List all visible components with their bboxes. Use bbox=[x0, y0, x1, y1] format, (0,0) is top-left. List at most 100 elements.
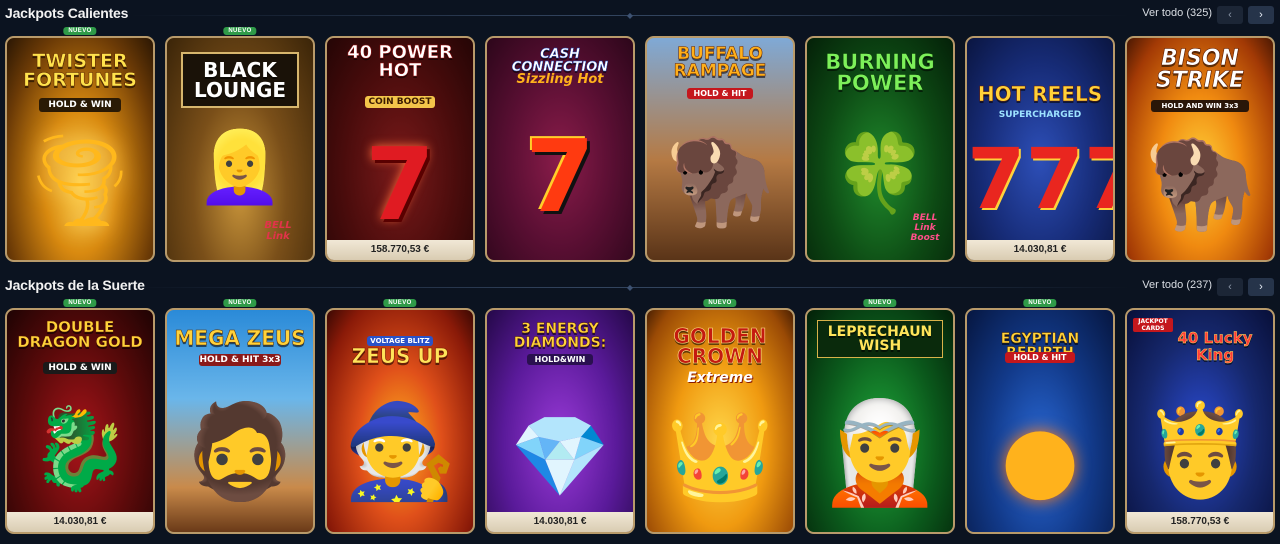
section-header: Jackpots Calientes ◆ Ver todo (325) ‹ › bbox=[0, 0, 1280, 30]
badge-slot: NUEVO bbox=[165, 27, 315, 42]
game-carousel: TWISTER FORTUNES HOLD & WIN 🌪 BLACK LOUN… bbox=[0, 36, 1280, 262]
seven-symbol-icon: 7 bbox=[525, 118, 595, 235]
game-subtitle: SUPERCHARGED bbox=[998, 110, 1082, 120]
new-badge: NUEVO bbox=[63, 299, 97, 307]
game-card[interactable]: BUFFALO RAMPAGE HOLD & HIT 🦬 bbox=[645, 36, 795, 262]
game-subtitle: HOLD & HIT 3x3 bbox=[199, 354, 281, 366]
game-card[interactable]: 40 POWER HOT COIN BOOST 7 158.770,53 € bbox=[325, 36, 475, 262]
badge-slot: NUEVO bbox=[165, 299, 315, 314]
game-subtitle: Extreme bbox=[687, 370, 753, 386]
game-title: BUFFALO RAMPAGE bbox=[673, 44, 767, 81]
badge-slot: NUEVO bbox=[645, 299, 795, 314]
game-subtitle: BELL Link bbox=[264, 220, 292, 242]
new-badge: NUEVO bbox=[223, 27, 257, 35]
game-card[interactable]: DOUBLE DRAGON GOLD HOLD & WIN 🐉 14.030,8… bbox=[5, 308, 155, 534]
dragon-icon: 🐉 bbox=[30, 402, 130, 495]
zeus-icon: 🧔 bbox=[182, 398, 298, 505]
carousel-next-button[interactable]: › bbox=[1248, 6, 1274, 24]
new-badge: NUEVO bbox=[223, 299, 257, 307]
game-card[interactable]: 3 ENERGY DIAMONDS: HOLD&WIN 💎 14.030,81 … bbox=[485, 308, 635, 534]
game-title: 3 ENERGY DIAMONDS: bbox=[513, 321, 607, 351]
game-subtitle: HOLD & HIT bbox=[687, 88, 753, 99]
chevron-right-icon: › bbox=[1259, 281, 1263, 293]
game-card[interactable]: TWISTER FORTUNES HOLD & WIN 🌪 bbox=[5, 36, 155, 262]
new-badge: NUEVO bbox=[63, 27, 97, 35]
badge-slot: NUEVO bbox=[325, 299, 475, 314]
chevron-left-icon: ‹ bbox=[1228, 9, 1232, 21]
badge-slot: NUEVO bbox=[965, 299, 1115, 314]
carousel-prev-button[interactable]: ‹ bbox=[1217, 278, 1243, 296]
header-divider: ◆ bbox=[130, 11, 1130, 20]
jackpot-amount: 14.030,81 € bbox=[7, 512, 153, 532]
new-badge: NUEVO bbox=[863, 299, 897, 307]
badge-slot: NUEVO bbox=[5, 27, 155, 42]
game-title: BISON STRIKE bbox=[1155, 46, 1245, 93]
section-title: Jackpots Calientes bbox=[5, 5, 129, 21]
buffalo-icon: 🦬 bbox=[665, 128, 775, 231]
game-card[interactable]: MEGA ZEUS HOLD & HIT 3x3 🧔 bbox=[165, 308, 315, 534]
game-title: DOUBLE DRAGON GOLD bbox=[17, 318, 143, 351]
ver-todo-link[interactable]: Ver todo (325) bbox=[1142, 7, 1212, 19]
game-title: BURNING POWER bbox=[825, 50, 935, 95]
bison-icon: 🦬 bbox=[1143, 130, 1257, 235]
game-subtitle: COIN BOOST bbox=[365, 96, 435, 108]
header-divider: ◆ bbox=[130, 284, 1130, 292]
game-carousel: DOUBLE DRAGON GOLD HOLD & WIN 🐉 14.030,8… bbox=[0, 308, 1280, 534]
game-subtitle: HOLD&WIN bbox=[527, 354, 593, 365]
game-card[interactable]: BURNING POWER 🍀 BELL Link Boost bbox=[805, 36, 955, 262]
section-header: Jackpots de la Suerte ◆ Ver todo (237) ‹… bbox=[0, 272, 1280, 302]
clover-icon: 🍀 bbox=[832, 128, 928, 217]
badge-slot: NUEVO bbox=[805, 299, 955, 314]
game-card[interactable]: BISON STRIKE HOLD AND WIN 3x3 🦬 bbox=[1125, 36, 1275, 262]
leprechaun-icon: 🧝 bbox=[817, 394, 943, 511]
new-badge: NUEVO bbox=[1023, 299, 1057, 307]
tornado-icon: 🌪 bbox=[22, 128, 138, 233]
jackpot-amount: 158.770,53 € bbox=[1127, 512, 1273, 532]
game-title: 40 POWER HOT bbox=[347, 42, 453, 81]
woman-illustration-icon: 👱‍♀️ bbox=[196, 126, 284, 208]
section-jackpots-calientes: Jackpots Calientes ◆ Ver todo (325) ‹ › … bbox=[0, 0, 1280, 272]
game-card[interactable]: HOT REELS SUPERCHARGED 777 14.030,81 € bbox=[965, 36, 1115, 262]
section-title: Jackpots de la Suerte bbox=[5, 277, 145, 293]
game-card[interactable]: LEPRECHAUN WISH 🧝 bbox=[805, 308, 955, 534]
game-title: LEPRECHAUN WISH bbox=[817, 320, 943, 358]
game-title: 40 Lucky King bbox=[1177, 329, 1253, 365]
game-card[interactable]: GOLDEN CROWN Extreme 👑 bbox=[645, 308, 795, 534]
game-title: CASH CONNECTION bbox=[511, 47, 609, 75]
game-title: TWISTER FORTUNES bbox=[23, 50, 137, 91]
zeus-icon: 🧙 bbox=[342, 398, 458, 505]
gold-coin-icon: ● bbox=[1000, 406, 1080, 511]
section-jackpots-de-la-suerte: Jackpots de la Suerte ◆ Ver todo (237) ‹… bbox=[0, 272, 1280, 544]
game-title: MEGA ZEUS bbox=[174, 326, 306, 350]
game-title: BLACK LOUNGE bbox=[181, 52, 299, 108]
new-badge: NUEVO bbox=[703, 299, 737, 307]
game-title: ZEUS UP bbox=[351, 344, 449, 368]
jackpot-amount: 14.030,81 € bbox=[967, 240, 1113, 260]
ver-todo-link[interactable]: Ver todo (237) bbox=[1142, 279, 1212, 291]
chevron-right-icon: › bbox=[1259, 9, 1263, 21]
crown-icon: 👑 bbox=[666, 407, 774, 507]
game-card[interactable]: VOLTAGE BLITZ ZEUS UP 🧙 bbox=[325, 308, 475, 534]
diamond-icon: 💎 bbox=[510, 410, 610, 503]
game-title: GOLDEN CROWN bbox=[673, 324, 767, 368]
king-icon: 🤴 bbox=[1143, 398, 1257, 503]
game-card[interactable]: JACKPOT CARDS 40 Lucky King 🤴 158.770,53… bbox=[1125, 308, 1275, 534]
game-subtitle: HOLD & WIN bbox=[43, 362, 117, 374]
chevron-left-icon: ‹ bbox=[1228, 281, 1232, 293]
divider-ornament-icon: ◆ bbox=[626, 11, 634, 20]
game-subtitle: HOLD & HIT bbox=[1005, 352, 1075, 363]
game-subtitle: HOLD & WIN bbox=[39, 98, 121, 112]
carousel-prev-button[interactable]: ‹ bbox=[1217, 6, 1243, 24]
badge-slot: NUEVO bbox=[5, 299, 155, 314]
game-card[interactable]: EGYPTIAN REBIRTH HOLD & HIT ● bbox=[965, 308, 1115, 534]
triple-seven-icon: 777 bbox=[967, 130, 1113, 228]
carousel-next-button[interactable]: › bbox=[1248, 278, 1274, 296]
game-subtitle: BELL Link Boost bbox=[910, 213, 940, 243]
game-card[interactable]: BLACK LOUNGE 👱‍♀️ BELL Link bbox=[165, 36, 315, 262]
game-title: HOT REELS bbox=[977, 82, 1103, 106]
game-card[interactable]: CASH CONNECTION Sizzling Hot 7 bbox=[485, 36, 635, 262]
jackpot-amount: 158.770,53 € bbox=[327, 240, 473, 260]
game-subtitle: Sizzling Hot bbox=[516, 72, 604, 87]
jackpot-amount: 14.030,81 € bbox=[487, 512, 633, 532]
new-badge: NUEVO bbox=[383, 299, 417, 307]
